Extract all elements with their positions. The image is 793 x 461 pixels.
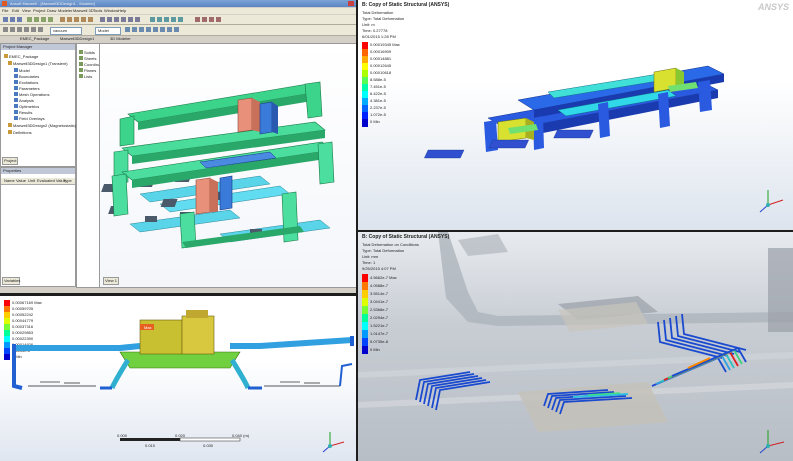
legend-swatch (362, 338, 368, 346)
toolbar-icons[interactable] (0, 15, 356, 24)
legend-swatch (362, 314, 368, 322)
legend-label: 4.5662e-7 Max (370, 275, 397, 280)
menu-edit[interactable]: Edit (12, 8, 19, 13)
br-wirebond-model (358, 232, 793, 454)
menu-modeler[interactable]: Modeler (58, 8, 72, 13)
menu-maxwell3d[interactable]: Maxwell 3D (73, 8, 94, 13)
menu-project[interactable]: Project (33, 8, 45, 13)
viewport-label[interactable]: View 1 (103, 277, 119, 285)
scale-tick-1: 0.020 (175, 433, 186, 438)
legend-swatch (362, 290, 368, 298)
tree-icons (4, 54, 18, 134)
legend-label: 1.0147e-7 (370, 331, 389, 336)
br-info-1: Type: Total Deformation (362, 248, 405, 253)
toolbar-row-1 (0, 15, 356, 25)
ansys-bottom-right-panel[interactable]: B: Copy of Static Structural (ANSYS) Tot… (358, 232, 793, 461)
scale-bar (120, 437, 241, 442)
menu-bar: File Edit View Project Draw Modeler Maxw… (0, 8, 356, 14)
br-info-0: Total Deformation on Conditions (362, 242, 419, 247)
properties-title: Properties (3, 168, 22, 173)
scale-tick-0: 0.000 (117, 433, 128, 438)
br-title: B: Copy of Static Structural (ANSYS) (362, 234, 450, 240)
maxwell-window: Ansoft Maxwell - [Maxwell3DDesign1 - Mod… (0, 0, 356, 293)
legend-label: 0 Min (370, 347, 380, 352)
package-3d-model (101, 81, 335, 249)
axis-triad-icon (322, 432, 345, 453)
br-info-4: 9/25/2015 4:07 PM (362, 266, 396, 271)
properties-header: Properties (1, 168, 75, 174)
max-label: Max (144, 325, 152, 330)
modeler-viewport[interactable]: View 1 (99, 43, 356, 288)
axis-triad-icon (759, 190, 784, 213)
br-legend: 4.5662e-7 Max 4.0588e-7 3.5514e-7 3.0441… (362, 274, 422, 354)
app-icon (2, 1, 7, 6)
menu-file[interactable]: File (2, 8, 8, 13)
legend-label: 4.0588e-7 (370, 283, 389, 288)
toolbar-row-2: vacuum Model (0, 25, 356, 36)
viewport-label-text: View 1 (105, 278, 117, 283)
legend-label: 5.0735e-8 (370, 339, 389, 344)
axis-triad-icon (759, 430, 785, 454)
legend-label: 1.5221e-7 (370, 323, 389, 328)
scale-tick-2: 0.040 (m) (232, 433, 250, 438)
tab-design[interactable]: Maxwell3DDesign1 (60, 36, 94, 41)
legend-swatch (362, 306, 368, 314)
menu-window[interactable]: Window (104, 8, 118, 13)
tab-project[interactable]: EMEC_Package (20, 36, 49, 41)
variables-tab[interactable]: Variables (2, 277, 20, 285)
legend-label: 2.0294e-7 (370, 315, 389, 320)
model-tree: Solids Sheets Coordinate Planes Lists (76, 43, 104, 288)
col-name[interactable]: Name (4, 178, 15, 183)
project-tab[interactable]: Project (2, 157, 18, 165)
col-value[interactable]: Value (16, 178, 26, 183)
variables-tab-label: Variables (4, 278, 21, 283)
legend-swatch (362, 274, 368, 282)
tab-modeler[interactable]: 3D Modeler (110, 36, 131, 41)
legend-swatch (362, 330, 368, 338)
legend-label: 2.5368e-7 (370, 307, 389, 312)
col-unit[interactable]: Unit (28, 178, 35, 183)
project-manager: Project Manager EMEC_Package Maxwell3DDe… (0, 43, 76, 167)
properties-table-header: Name Value Unit Evaluated Value Type (1, 178, 75, 185)
legend-swatch (362, 346, 368, 354)
window-title: Ansoft Maxwell - [Maxwell3DDesign1 - Mod… (10, 1, 95, 6)
ansys-top-mesh-model (424, 65, 784, 213)
title-bar: Ansoft Maxwell - [Maxwell3DDesign1 - Mod… (0, 0, 356, 7)
toolbar-2-icons[interactable] (0, 25, 356, 35)
legend-swatch (362, 322, 368, 330)
col-evaluated[interactable]: Evaluated Value (37, 178, 66, 183)
ansys-bottom-left-panel[interactable]: 0.00067169 Max 0.00059705 0.00052242 0.0… (0, 296, 356, 461)
properties-panel: Properties Name Value Unit Evaluated Val… (0, 167, 76, 287)
legend-label: 3.5514e-7 (370, 291, 389, 296)
model-tree-icons (79, 50, 83, 78)
menu-tools[interactable]: Tools (93, 8, 102, 13)
scale-mid-1: 0.030 (203, 443, 214, 448)
legend-swatch (362, 298, 368, 306)
tab-strip: EMEC_Package Maxwell3DDesign1 3D Modeler (0, 36, 356, 42)
legend-swatch (362, 282, 368, 290)
ansys-top-panel[interactable]: B: Copy of Static Structural (ANSYS) Tot… (358, 0, 793, 230)
scale-mid-0: 0.010 (145, 443, 156, 448)
legend-label: 3.0441e-7 (370, 299, 389, 304)
menu-view[interactable]: View (22, 8, 31, 13)
close-icon[interactable] (348, 1, 354, 6)
menu-draw[interactable]: Draw (47, 8, 56, 13)
col-type[interactable]: Type (63, 178, 72, 183)
project-tab-label: Project (4, 158, 17, 163)
br-info-3: Time: 1 (362, 260, 376, 265)
menu-help[interactable]: Help (118, 8, 126, 13)
br-info-2: Unit: mm (362, 254, 378, 259)
